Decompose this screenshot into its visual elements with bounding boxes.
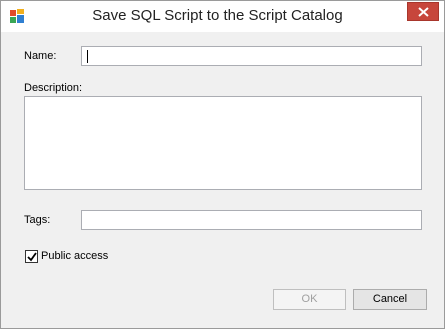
cancel-button[interactable]: Cancel xyxy=(353,289,427,310)
close-icon xyxy=(418,7,429,17)
save-script-dialog: Save SQL Script to the Script Catalog Na… xyxy=(0,0,445,329)
close-button[interactable] xyxy=(407,2,439,21)
app-logo-icon xyxy=(9,8,26,25)
public-access-checkbox[interactable] xyxy=(25,250,38,263)
dialog-title: Save SQL Script to the Script Catalog xyxy=(92,7,343,24)
description-textarea[interactable] xyxy=(24,96,422,190)
checkmark-icon xyxy=(27,252,37,262)
public-access-label[interactable]: Public access xyxy=(41,250,108,262)
text-caret xyxy=(87,50,88,63)
ok-button[interactable]: OK xyxy=(273,289,346,310)
dialog-content: Name: Description: Tags: Public access O… xyxy=(1,32,444,328)
name-label: Name: xyxy=(24,50,57,62)
name-input[interactable] xyxy=(81,46,422,66)
tags-label: Tags: xyxy=(24,214,51,226)
description-label: Description: xyxy=(24,82,83,94)
title-bar[interactable]: Save SQL Script to the Script Catalog xyxy=(1,1,444,32)
tags-input[interactable] xyxy=(81,210,422,230)
